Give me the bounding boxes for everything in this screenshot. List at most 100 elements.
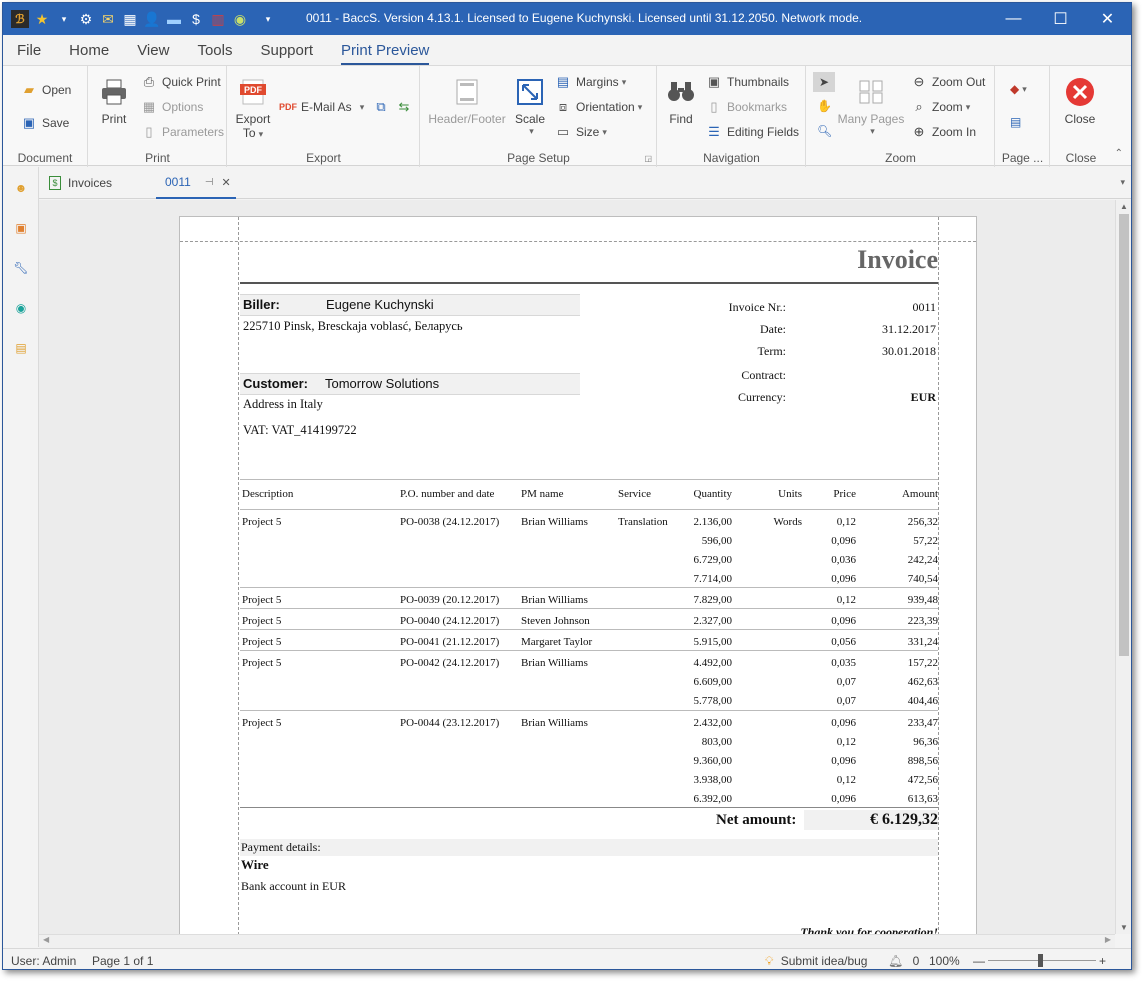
zoom-button[interactable]: ⌕ Zoom ▾ — [911, 99, 970, 115]
submit-idea-button[interactable]: 💡︎ Submit idea/bug — [765, 954, 867, 969]
watermark-button[interactable]: ▤ — [1010, 115, 1021, 129]
close-tab-icon[interactable]: ✕ — [222, 176, 231, 189]
tab-print-preview[interactable]: Print Preview — [327, 35, 443, 65]
export-file-button[interactable]: ⇆ — [396, 99, 417, 115]
tab-file[interactable]: File — [3, 35, 55, 65]
folder-icon[interactable]: ▬ — [165, 10, 183, 28]
ribbon-collapse-icon[interactable]: ⌃ — [1115, 148, 1123, 159]
zoom-slider-thumb[interactable] — [1038, 954, 1043, 967]
pin-icon[interactable]: ⊣ — [205, 177, 214, 188]
print-button[interactable]: Print — [97, 76, 131, 126]
zoom-out-button[interactable]: ⊖ Zoom Out — [911, 74, 986, 90]
zoom-plus-button[interactable]: + — [1099, 954, 1106, 968]
page-color-button[interactable]: ◆ ▾ — [1010, 82, 1027, 96]
column-header: Units — [778, 488, 802, 500]
invoice-icon[interactable]: $ — [187, 10, 205, 28]
tab-support[interactable]: Support — [246, 35, 327, 65]
dropdown-caret-icon[interactable]: ▾ — [55, 10, 73, 28]
header-footer-icon — [451, 76, 483, 108]
sidebar-item-gallery[interactable]: ▣ — [13, 220, 29, 236]
table-cell: 3.938,00 — [693, 774, 733, 786]
notifications-button[interactable]: 🔔︎ 0 — [888, 954, 919, 968]
vertical-scrollbar[interactable]: ▲ ▼ — [1115, 200, 1131, 934]
open-in-window-button[interactable]: ⧉ — [373, 99, 394, 115]
minimize-button[interactable]: — — [990, 3, 1037, 35]
pointer-tool-button[interactable]: ➤ — [813, 72, 835, 92]
books-icon[interactable]: ▥ — [209, 10, 227, 28]
scale-button[interactable]: Scale ▾ — [513, 76, 547, 137]
lightbulb-icon: 💡︎ — [765, 954, 774, 968]
zoom-slider[interactable] — [988, 954, 1096, 967]
user-icon[interactable]: 👤 — [143, 10, 161, 28]
zoom-in-button[interactable]: ⊕ Zoom In — [911, 124, 976, 140]
header-footer-button[interactable]: Header/Footer — [425, 76, 509, 126]
export-to-button[interactable]: PDF Export To ▾ — [234, 76, 272, 140]
editing-fields-button[interactable]: ☰ Editing Fields — [706, 124, 799, 140]
table-cell: 2.327,00 — [693, 615, 733, 627]
email-as-button[interactable]: PDF E-Mail As ▾ — [279, 99, 364, 115]
thumbnails-button[interactable]: ▣ Thumbnails — [706, 74, 789, 90]
margin-guide-left — [238, 217, 239, 934]
find-button[interactable]: Find — [664, 76, 698, 126]
table-cell: 0,07 — [836, 676, 856, 688]
dialog-launcher-icon[interactable]: ◲ — [644, 154, 652, 163]
tab-tools[interactable]: Tools — [183, 35, 246, 65]
close-window-button[interactable]: ✕ — [1084, 3, 1131, 35]
globe-icon[interactable]: ◉ — [231, 10, 249, 28]
tab-view[interactable]: View — [123, 35, 183, 65]
chevron-down-icon: ▾ — [637, 101, 643, 112]
bookmarks-button[interactable]: ▯ Bookmarks — [706, 99, 787, 115]
group-label-document: Document — [17, 151, 73, 165]
close-preview-button[interactable]: Close — [1061, 76, 1099, 126]
scroll-down-icon[interactable]: ▼ — [1120, 923, 1128, 932]
biller-name: Eugene Kuchynski — [326, 297, 434, 312]
orientation-button[interactable]: ⧈ Orientation ▾ — [555, 99, 642, 115]
table-cell: 6.609,00 — [693, 676, 733, 688]
hand-tool-button[interactable]: ✋ — [817, 99, 832, 113]
margins-button[interactable]: ▤ Margins ▾ — [555, 74, 626, 90]
tab-home[interactable]: Home — [55, 35, 123, 65]
tabs-dropdown-icon[interactable]: ▾ — [1120, 177, 1125, 188]
sidebar-item-tools[interactable]: 🔧︎ — [13, 260, 29, 276]
scroll-right-icon[interactable]: ▶ — [1105, 935, 1111, 944]
save-disk-icon: ▣ — [22, 115, 36, 130]
scroll-thumb[interactable] — [1119, 214, 1129, 656]
table-cell: 0,036 — [831, 554, 856, 566]
scroll-up-icon[interactable]: ▲ — [1120, 202, 1128, 211]
quick-print-button[interactable]: ⎙ Quick Print — [141, 74, 221, 90]
doc-tab-0011[interactable]: 0011 ⊣ ✕ — [156, 167, 236, 199]
app-logo-icon[interactable]: ℬ — [11, 10, 29, 28]
size-button[interactable]: ▭ Size ▾ — [555, 124, 607, 140]
options-button[interactable]: ▦ Options — [141, 99, 204, 115]
thumbnails-icon: ▣ — [707, 74, 721, 89]
doc-tab-invoices[interactable]: $ Invoices — [49, 167, 112, 199]
parameters-button[interactable]: ▯ Parameters — [141, 124, 224, 140]
favorites-star-icon[interactable]: ★ — [33, 10, 51, 28]
table-bottom-rule — [240, 807, 938, 808]
customer-name: Tomorrow Solutions — [325, 376, 440, 391]
payment-details-label: Payment details: — [241, 840, 321, 854]
zoom-minus-button[interactable]: — — [973, 954, 985, 968]
calendar-icon[interactable]: ▦ — [121, 10, 139, 28]
sidebar-item-clipboard[interactable]: ▤ — [13, 340, 29, 356]
open-button[interactable]: ▰ Open — [21, 82, 71, 98]
table-cell: Project 5 — [242, 657, 282, 669]
paint-bucket-icon: ◆ — [1010, 82, 1020, 96]
settings-gear-icon[interactable]: ⚙ — [77, 10, 95, 28]
save-button[interactable]: ▣ Save — [21, 115, 70, 131]
export-file-icon: ⇆ — [398, 99, 410, 114]
customize-toolbar-caret-icon[interactable]: ▾ — [259, 10, 277, 28]
magnifier-tool-button[interactable]: 🔍︎ — [817, 124, 832, 138]
table-cell: 0,035 — [831, 657, 856, 669]
biller-address: 225710 Pinsk, Bresckaja voblasć, Беларус… — [243, 319, 463, 333]
chevron-down-icon: ▾ — [1022, 83, 1027, 94]
sidebar-item-contacts[interactable]: ☻ — [13, 180, 29, 196]
horizontal-scrollbar[interactable]: ◀ ▶ — [39, 934, 1115, 948]
print-preview-area[interactable]: Invoice Biller: Eugene Kuchynski 225710 … — [39, 200, 1115, 934]
mail-icon[interactable]: ✉ — [99, 10, 117, 28]
scroll-left-icon[interactable]: ◀ — [43, 935, 49, 944]
bookmark-icon: ▯ — [710, 99, 718, 114]
sidebar-item-projects[interactable]: ◉ — [13, 300, 29, 316]
maximize-button[interactable]: ☐ — [1037, 3, 1084, 35]
many-pages-button[interactable]: Many Pages ▾ — [837, 76, 905, 137]
